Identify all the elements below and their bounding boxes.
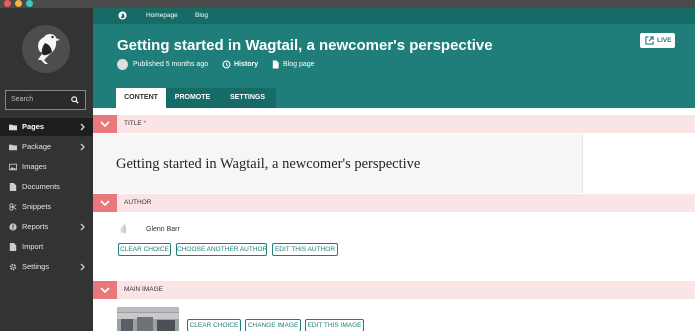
history-icon[interactable]: [222, 60, 231, 69]
package-icon: [9, 144, 17, 151]
clear-author-button[interactable]: CLEAR CHOICE: [118, 243, 171, 256]
breadcrumb-homepage[interactable]: Homepage: [146, 12, 178, 19]
sidebar-item-label: Reports: [22, 222, 49, 231]
close-window-dot[interactable]: [4, 0, 11, 7]
author-label: AUTHOR: [124, 199, 152, 206]
page-title: Getting started in Wagtail, a newcomer's…: [117, 37, 493, 54]
sidebar-item-label: Pages: [22, 122, 45, 131]
window-titlebar: [0, 0, 695, 8]
main-image-label: MAIN IMAGE: [124, 286, 164, 293]
edit-form: TITLE * Getting started in Wagtail, a ne…: [93, 108, 695, 331]
clear-image-button[interactable]: CLEAR CHOICE: [187, 319, 241, 331]
title-label: TITLE *: [124, 120, 147, 127]
wagtail-bird-icon: [38, 34, 60, 64]
edit-image-button[interactable]: EDIT THIS IMAGE: [305, 319, 364, 331]
sidebar: Search Pages Package Images Documents Sn…: [0, 8, 93, 331]
wagtail-logo[interactable]: [22, 25, 70, 73]
author-section-header[interactable]: AUTHOR: [93, 194, 695, 212]
sidebar-item-images[interactable]: Images: [0, 158, 93, 176]
section-toggle[interactable]: [93, 115, 117, 133]
title-input[interactable]: Getting started in Wagtail, a newcomer's…: [93, 134, 582, 193]
snippet-icon: [9, 203, 17, 211]
tab-content[interactable]: CONTENT: [116, 88, 166, 108]
document-icon: [9, 183, 17, 191]
external-link-icon: [645, 36, 654, 45]
search-icon[interactable]: [71, 96, 79, 104]
section-toggle[interactable]: [93, 194, 117, 212]
history-link[interactable]: History: [234, 61, 258, 68]
title-input-value[interactable]: Getting started in Wagtail, a newcomer's…: [116, 156, 420, 173]
live-label: LIVE: [657, 37, 672, 44]
edit-author-button[interactable]: EDIT THIS AUTHOR: [272, 243, 338, 256]
chevron-down-icon: [100, 200, 110, 207]
published-status: Published 5 months ago: [133, 61, 209, 68]
tab-settings[interactable]: SETTINGS: [219, 88, 276, 108]
image-icon: [9, 163, 17, 171]
main-image-section-header[interactable]: MAIN IMAGE: [93, 281, 695, 299]
sidebar-item-documents[interactable]: Documents: [0, 178, 93, 196]
report-icon: [9, 223, 17, 231]
sidebar-item-label: Images: [22, 162, 47, 171]
globe-icon[interactable]: [118, 11, 127, 20]
folder-icon: [9, 124, 17, 131]
author-name: Glenn Barr: [146, 226, 180, 233]
sidebar-item-reports[interactable]: Reports: [0, 218, 93, 236]
sidebar-item-label: Documents: [22, 182, 60, 191]
author-avatar-icon: [120, 224, 127, 234]
avatar: [117, 59, 128, 70]
search-placeholder: Search: [11, 96, 34, 103]
sidebar-item-label: Settings: [22, 262, 50, 271]
sidebar-item-snippets[interactable]: Snippets: [0, 198, 93, 216]
sidebar-item-label: Import: [22, 242, 44, 251]
cog-icon: [9, 263, 17, 271]
sidebar-item-package[interactable]: Package: [0, 138, 93, 156]
live-button[interactable]: LIVE: [640, 33, 675, 48]
chevron-down-icon: [100, 287, 110, 294]
page-type-label: Blog page: [283, 61, 315, 68]
minimize-window-dot[interactable]: [15, 0, 22, 7]
page-header: Homepage Blog Getting started in Wagtail…: [93, 8, 695, 108]
title-section-header[interactable]: TITLE *: [93, 115, 695, 133]
sidebar-item-label: Package: [22, 142, 52, 151]
maximize-window-dot[interactable]: [26, 0, 33, 7]
page-type-icon: [272, 60, 279, 69]
chevron-right-icon: [80, 143, 85, 151]
import-icon: [9, 243, 17, 251]
tab-promote[interactable]: PROMOTE: [166, 88, 219, 108]
chevron-down-icon: [100, 121, 110, 128]
search-box[interactable]: Search: [5, 90, 86, 110]
breadcrumb-blog[interactable]: Blog: [195, 12, 208, 19]
breadcrumb: Homepage Blog: [93, 8, 695, 24]
title-help-panel: [582, 134, 695, 193]
main-image-thumbnail: [117, 307, 179, 331]
sidebar-item-import[interactable]: Import: [0, 238, 93, 256]
section-toggle[interactable]: [93, 281, 117, 299]
chevron-right-icon: [80, 223, 85, 231]
chevron-right-icon: [80, 263, 85, 271]
image-thumbnail-graphic: [117, 307, 179, 331]
chevron-right-icon: [80, 123, 85, 131]
sidebar-item-settings[interactable]: Settings: [0, 258, 93, 276]
sidebar-item-pages[interactable]: Pages: [0, 118, 93, 136]
change-image-button[interactable]: CHANGE IMAGE: [245, 319, 301, 331]
sidebar-item-label: Snippets: [22, 202, 52, 211]
choose-another-author-button[interactable]: CHOOSE ANOTHER AUTHOR: [176, 243, 267, 256]
